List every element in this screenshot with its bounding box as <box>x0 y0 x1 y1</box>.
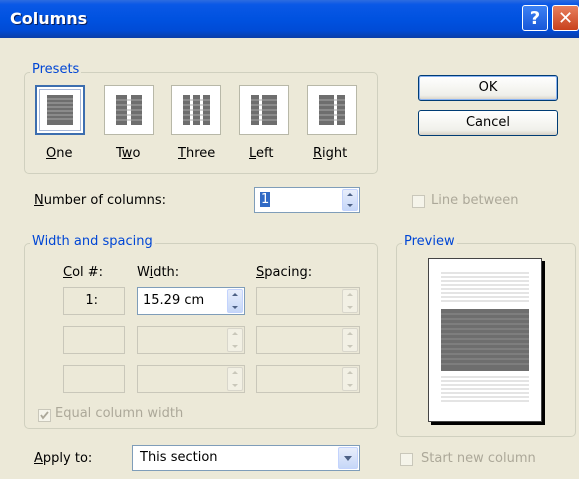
cancel-button[interactable]: Cancel <box>418 110 558 136</box>
preset-two-button[interactable] <box>104 85 154 135</box>
label-rest: ne <box>56 146 73 161</box>
preset-two-label: Two <box>116 146 140 161</box>
mnemonic-char: A <box>34 451 43 466</box>
label-rest: ol #: <box>72 265 104 280</box>
mnemonic-char: L <box>249 146 257 161</box>
start-new-column-label: Start new column <box>421 451 536 466</box>
width-value: 15.29 cm <box>143 293 205 308</box>
equal-column-width-checkbox[interactable] <box>38 409 51 422</box>
label-rest: umber of columns: <box>43 193 167 208</box>
mnemonic-char: C <box>63 265 73 280</box>
label-rest: hree <box>185 146 216 161</box>
preset-one-label: One <box>46 146 72 161</box>
label-rest: pply to: <box>42 451 93 466</box>
spacing-header: Spacing: <box>256 265 312 280</box>
apply-to-dropdown[interactable]: This section <box>132 445 360 471</box>
equal-column-width-label: Equal column width <box>55 406 184 421</box>
apply-to-label: Apply to: <box>34 451 92 466</box>
preset-right-button[interactable] <box>307 85 357 135</box>
chevron-down-icon[interactable] <box>338 447 358 469</box>
number-of-columns-value: 1 <box>260 192 271 207</box>
label-rest: pacing: <box>264 265 313 280</box>
label-rest: dth: <box>153 265 180 280</box>
start-new-column-checkbox[interactable] <box>400 453 413 466</box>
right-column-icon <box>319 95 345 125</box>
presets-legend: Presets <box>30 62 82 77</box>
preview-page <box>428 258 542 422</box>
left-column-icon <box>251 95 277 125</box>
spinner-arrows-icon[interactable] <box>342 189 358 211</box>
label-rest: eft <box>256 146 274 161</box>
mnemonic-char: w <box>121 146 133 161</box>
spinner-arrows-icon <box>227 367 243 391</box>
preset-three-button[interactable] <box>171 85 221 135</box>
col-number-header: Col #: <box>63 265 103 280</box>
spinner-arrows-icon <box>227 328 243 352</box>
col-number-value: 1: <box>85 293 98 308</box>
close-icon: ✕ <box>557 8 574 29</box>
spinner-arrows-icon[interactable] <box>227 289 243 313</box>
col-number-cell <box>63 326 125 354</box>
mnemonic-char: T <box>178 146 186 161</box>
mnemonic-char: R <box>313 146 323 161</box>
spacing-spinner[interactable] <box>256 365 360 393</box>
spinner-arrows-icon <box>342 289 358 313</box>
col-number-cell: 1: <box>63 287 125 315</box>
ok-button[interactable]: OK <box>418 75 558 101</box>
help-icon: ? <box>529 8 541 29</box>
col-number-cell <box>63 365 125 393</box>
preset-one-button[interactable] <box>35 85 85 135</box>
width-spinner[interactable]: 15.29 cm <box>137 287 245 315</box>
spacing-spinner[interactable] <box>256 287 360 315</box>
three-columns-icon <box>183 95 210 125</box>
width-header: Width: <box>137 265 179 280</box>
apply-to-value: This section <box>140 450 218 465</box>
line-between-label: Line between <box>431 193 519 208</box>
preview-document-icon <box>441 272 529 402</box>
checkmark-icon <box>40 411 49 420</box>
preset-three-label: Three <box>178 146 215 161</box>
label-rest: o <box>132 146 141 161</box>
spinner-arrows-icon <box>342 328 358 352</box>
number-of-columns-label: Number of columns: <box>34 193 166 208</box>
dialog-title: Columns <box>10 9 88 28</box>
preset-right-label: Right <box>313 146 347 161</box>
spacing-spinner[interactable] <box>256 326 360 354</box>
two-columns-icon <box>116 95 142 125</box>
width-spinner[interactable] <box>137 326 245 354</box>
spinner-arrows-icon <box>342 367 358 391</box>
label-rest: ight <box>322 146 348 161</box>
mnemonic-char: N <box>34 193 44 208</box>
number-of-columns-spinner[interactable]: 1 <box>254 187 360 213</box>
mnemonic-char: O <box>46 146 57 161</box>
width-spacing-legend: Width and spacing <box>30 234 155 249</box>
label-pre: W <box>137 265 150 280</box>
one-column-icon <box>47 95 73 125</box>
close-button[interactable]: ✕ <box>552 5 579 31</box>
title-bar: Columns ? ✕ <box>0 0 579 38</box>
width-spinner[interactable] <box>137 365 245 393</box>
line-between-checkbox[interactable] <box>412 195 425 208</box>
preview-legend: Preview <box>402 234 457 249</box>
preset-left-button[interactable] <box>239 85 289 135</box>
preset-left-label: Left <box>249 146 273 161</box>
help-button[interactable]: ? <box>522 5 548 31</box>
